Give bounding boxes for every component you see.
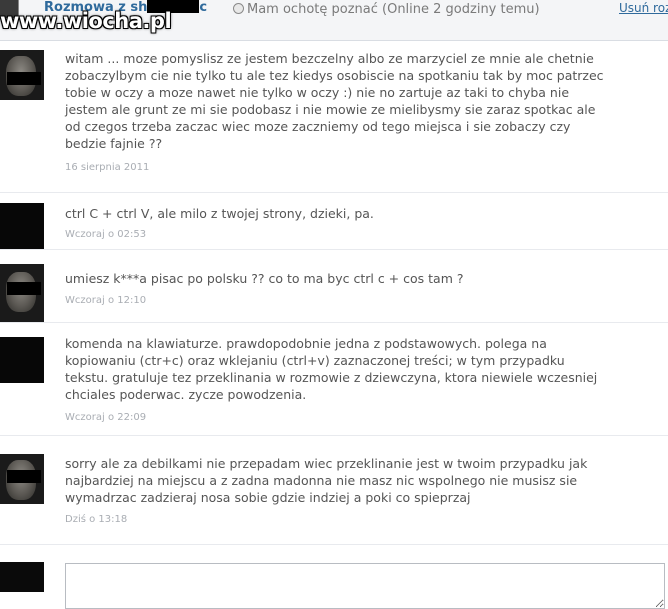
message-text: witam ... moze pomyslisz ze jestem bezcz… — [65, 51, 604, 151]
status-icon — [233, 3, 244, 14]
message-text: ctrl C + ctrl V, ale milo z twojej stron… — [65, 206, 374, 221]
sender-avatar[interactable] — [0, 264, 44, 322]
message-item: witam ... moze pomyslisz ze jestem bezcz… — [0, 40, 668, 193]
sender-avatar[interactable] — [0, 203, 44, 249]
watermark-logo: www.wiocha.pl — [0, 9, 172, 33]
message-text: sorry ale za debilkami nie przepadam wie… — [65, 456, 588, 505]
message-item: komenda na klawiaturze. prawdopodobnie j… — [0, 323, 668, 436]
message-divider — [0, 544, 668, 545]
sender-avatar[interactable] — [0, 50, 44, 100]
conversation-header: Rozmowa z sh c www.wiocha.pl Mam ochotę p… — [0, 0, 668, 41]
my-avatar — [0, 562, 44, 592]
reply-textarea[interactable] — [65, 563, 665, 609]
message-time: Wczoraj o 22:09 — [65, 412, 147, 423]
title-suffix: c — [199, 0, 208, 15]
message-text: umiesz k***a pisac po polsku ?? co to ma… — [65, 271, 464, 286]
message-item: umiesz k***a pisac po polsku ?? co to ma… — [0, 250, 668, 323]
censor-bar — [7, 72, 41, 85]
message-time: 16 sierpnia 2011 — [65, 162, 150, 173]
message-item: ctrl C + ctrl V, ale milo z twojej stron… — [0, 193, 668, 250]
censor-bar — [7, 470, 41, 483]
delete-conversation-link[interactable]: Usuń roz — [619, 1, 668, 15]
sender-avatar[interactable] — [0, 337, 44, 383]
message-time: Wczoraj o 02:53 — [65, 229, 147, 240]
message-text: komenda na klawiaturze. prawdopodobnie j… — [65, 336, 598, 402]
message-time: Dziś o 13:18 — [65, 514, 128, 525]
status-text: Mam ochotę poznać (Online 2 godziny temu… — [247, 2, 540, 17]
message-time: Wczoraj o 12:10 — [65, 295, 147, 306]
message-item: sorry ale za debilkami nie przepadam wie… — [0, 436, 668, 545]
sender-avatar[interactable] — [0, 454, 44, 504]
censor-bar — [7, 282, 41, 295]
